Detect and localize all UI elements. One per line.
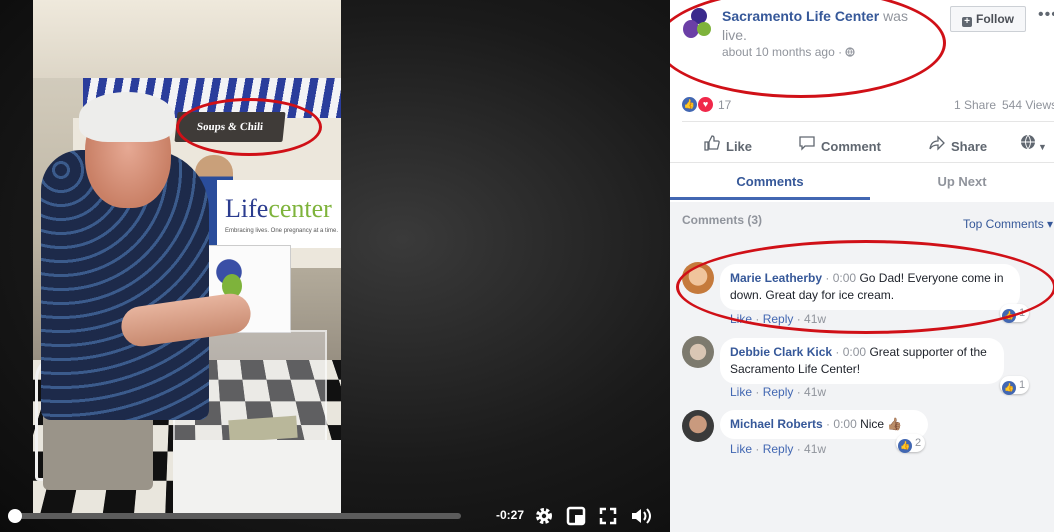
volume-icon[interactable] (630, 506, 652, 526)
like-count: 2 (915, 437, 922, 449)
comment-actions: Like · Reply · 41w (730, 442, 827, 456)
avatar[interactable] (682, 410, 714, 442)
banner-tagline: Embracing lives. One pregnancy at a time… (225, 228, 339, 234)
ceiling (33, 0, 341, 78)
red-annotation-circle-comment (676, 240, 1054, 334)
video-controls: -0:27 (0, 500, 670, 532)
cash-bills (228, 415, 298, 443)
time-remaining: -0:27 (496, 508, 525, 522)
comment-timestamp[interactable]: 0:00 (843, 345, 866, 359)
video-frame: Soups & Chili Lifecenter Embracing lives… (33, 0, 341, 515)
comment-author[interactable]: Michael Roberts (730, 417, 823, 431)
share-count[interactable]: 1 Share (954, 98, 996, 112)
divider (682, 121, 1054, 122)
comment-like-count[interactable]: 👍 1 (1000, 376, 1030, 395)
like-count: 1 (1019, 379, 1026, 391)
red-annotation-circle-header (670, 0, 946, 98)
theater-mode-icon[interactable] (565, 506, 587, 526)
love-reaction-icon: ♥ (697, 96, 714, 113)
like-reaction-icon: 👍 (682, 97, 697, 112)
share-label: Share (951, 139, 988, 154)
comment-timestamp[interactable]: 0:00 (833, 417, 856, 431)
share-icon (927, 135, 947, 155)
comment-like-count[interactable]: 👍 2 (896, 434, 926, 453)
tab-comments-label: Comments (736, 174, 804, 189)
video-player[interactable]: Soups & Chili Lifecenter Embracing lives… (0, 0, 670, 532)
like-badge-icon: 👍 (898, 439, 912, 453)
top-comments-dropdown[interactable]: Top Comments ▾ (963, 217, 1053, 231)
comment-reply-link[interactable]: Reply (763, 385, 794, 399)
comment-bubble: Michael Roberts · 0:00 Nice 👍🏽 (720, 410, 928, 439)
audience-selector[interactable]: ▼ (1020, 134, 1047, 153)
post-panel: Sacramento Life Center was live. about 1… (670, 0, 1054, 532)
banner-logo-b: center (268, 194, 332, 223)
man-hair (79, 92, 175, 142)
progress-bar[interactable] (8, 513, 461, 519)
progress-knob[interactable] (8, 509, 22, 523)
like-badge-icon: 👍 (1002, 381, 1016, 395)
comment-like-link[interactable]: Like (730, 442, 752, 456)
like-label: Like (726, 139, 753, 154)
follow-button[interactable]: + Follow (950, 6, 1026, 32)
man-shorts (43, 410, 153, 490)
comment-author[interactable]: Debbie Clark Kick (730, 345, 832, 359)
reaction-count[interactable]: 17 (718, 98, 731, 112)
divider (670, 162, 1054, 163)
comment-label: Comment (821, 139, 881, 154)
comment-like-link[interactable]: Like (730, 385, 752, 399)
comments-list: Comments (3) Top Comments ▾ Marie Leathe… (670, 202, 1054, 532)
follow-plus-icon: + (962, 17, 972, 27)
follow-label: Follow (976, 12, 1014, 26)
view-count: 544 Views (1002, 98, 1054, 112)
comments-count: Comments (3) (682, 213, 763, 227)
comment-reply-link[interactable]: Reply (763, 442, 794, 456)
thumbs-up-icon (702, 135, 722, 155)
comment-age[interactable]: 41w (804, 442, 826, 456)
comment-actions: Like · Reply · 41w (730, 385, 827, 399)
tab-up-next[interactable]: Up Next (870, 164, 1054, 200)
comment-icon (797, 135, 817, 155)
chevron-down-icon: ▼ (1038, 142, 1047, 152)
tab-comments[interactable]: Comments (670, 164, 870, 200)
fullscreen-icon[interactable] (597, 506, 619, 526)
life-center-banner: Lifecenter Embracing lives. One pregnanc… (217, 180, 341, 248)
tab-up-next-label: Up Next (937, 174, 987, 189)
comment-text: Nice 👍🏽 (860, 417, 903, 431)
avatar[interactable] (682, 336, 714, 368)
globe-icon (1020, 134, 1036, 153)
banner-logo-a: Life (225, 194, 269, 223)
share-button[interactable]: Share (927, 135, 987, 155)
settings-icon[interactable] (533, 506, 555, 526)
more-dots-icon[interactable]: ••• (1038, 6, 1054, 24)
comment-button[interactable]: Comment (797, 135, 881, 155)
red-annotation-circle-sign (176, 98, 322, 156)
comment-age[interactable]: 41w (804, 385, 826, 399)
like-button[interactable]: Like (702, 135, 752, 155)
comment-bubble: Debbie Clark Kick · 0:00 Great supporter… (720, 338, 1004, 384)
